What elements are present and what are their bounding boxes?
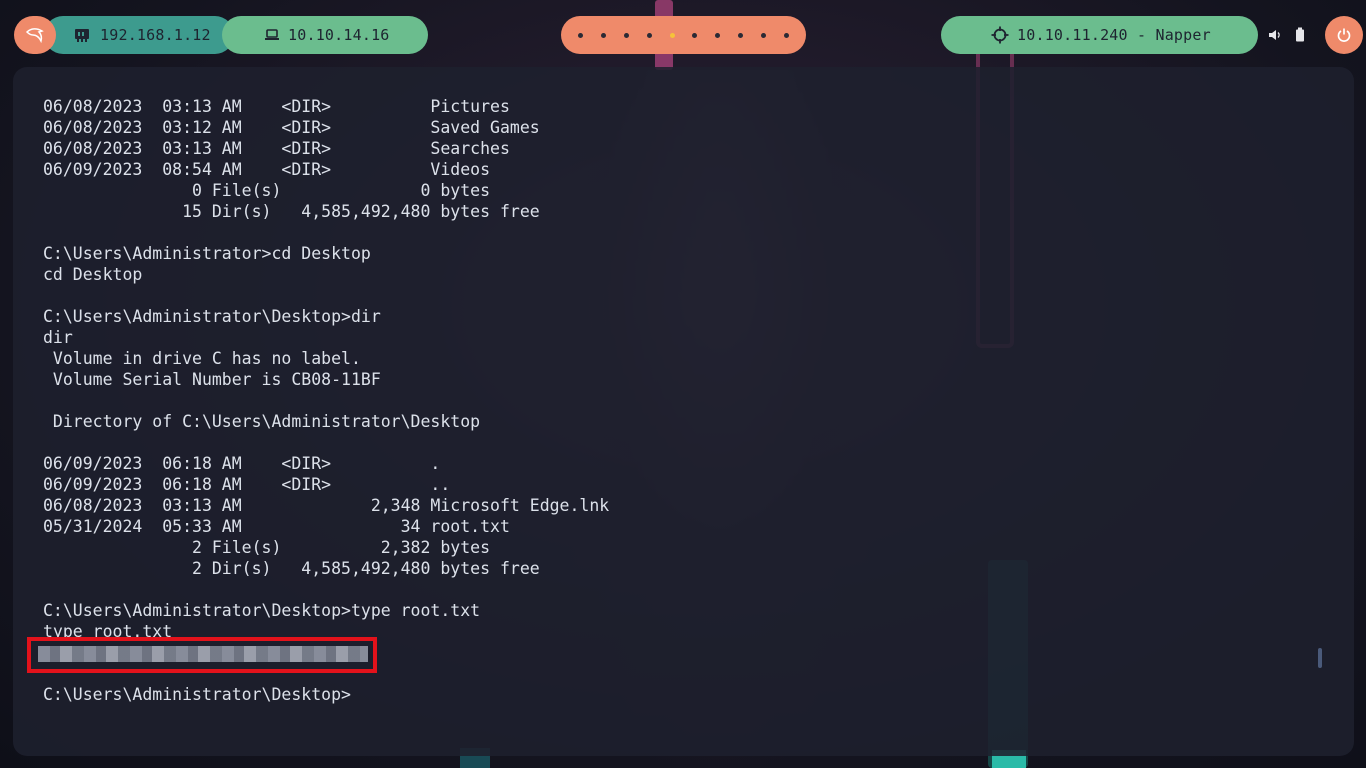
terminal-line: dir xyxy=(43,328,73,347)
scroll-indicator[interactable] xyxy=(1318,648,1322,668)
highlight-box xyxy=(27,637,377,673)
terminal-line: 06/09/2023 08:54 AM <DIR> Videos xyxy=(43,160,491,179)
terminal-line: C:\Users\Administrator\Desktop>dir xyxy=(43,307,381,326)
network-card-icon xyxy=(74,28,90,42)
terminal-line: 06/08/2023 03:13 AM 2,348 Microsoft Edge… xyxy=(43,496,610,515)
crosshair-icon xyxy=(991,26,1009,44)
local-ip-text: 192.168.1.12 xyxy=(100,26,211,44)
terminal-line: Directory of C:\Users\Administrator\Desk… xyxy=(43,412,481,431)
target-text: 10.10.11.240 - Napper xyxy=(1017,26,1211,44)
terminal-line: cd Desktop xyxy=(43,265,143,284)
power-button[interactable] xyxy=(1325,16,1363,54)
workspace-dot[interactable] xyxy=(692,32,698,38)
battery-icon[interactable] xyxy=(1294,16,1306,54)
terminal-line: 06/08/2023 03:13 AM <DIR> Searches xyxy=(43,139,510,158)
power-icon xyxy=(1336,27,1352,43)
workspace-dot[interactable] xyxy=(577,32,583,38)
terminal-line: 15 Dir(s) 4,585,492,480 bytes free xyxy=(43,202,540,221)
terminal-window[interactable]: 06/08/2023 03:13 AM <DIR> Pictures 06/08/… xyxy=(13,67,1354,756)
workspace-dot[interactable] xyxy=(738,32,744,38)
kali-dragon-icon xyxy=(25,26,45,44)
terminal-line: Volume Serial Number is CB08-11BF xyxy=(43,370,381,389)
workspace-dot[interactable] xyxy=(761,32,767,38)
terminal-line: 06/09/2023 06:18 AM <DIR> . xyxy=(43,454,441,473)
workspace-switcher[interactable] xyxy=(561,16,806,54)
terminal-line: 06/08/2023 03:12 AM <DIR> Saved Games xyxy=(43,118,540,137)
terminal-line: 06/08/2023 03:13 AM <DIR> Pictures xyxy=(43,97,510,116)
workspace-dot[interactable] xyxy=(783,32,789,38)
workspace-dot[interactable] xyxy=(600,32,606,38)
menu-logo-button[interactable] xyxy=(14,16,56,54)
terminal-line: C:\Users\Administrator\Desktop> xyxy=(43,685,351,704)
terminal-line: 05/31/2024 05:33 AM 34 root.txt xyxy=(43,517,510,536)
vpn-ip-text: 10.10.14.16 xyxy=(288,26,390,44)
terminal-line: 0 File(s) 0 bytes xyxy=(43,181,491,200)
workspace-dot[interactable] xyxy=(715,32,721,38)
laptop-icon xyxy=(264,28,280,42)
local-ip-widget[interactable]: 192.168.1.12 xyxy=(44,16,234,54)
terminal-line: C:\Users\Administrator>cd Desktop xyxy=(43,244,371,263)
target-widget[interactable]: 10.10.11.240 - Napper xyxy=(941,16,1258,54)
volume-icon[interactable] xyxy=(1268,16,1282,54)
terminal-line: Volume in drive C has no label. xyxy=(43,349,361,368)
terminal-line: 2 Dir(s) 4,585,492,480 bytes free xyxy=(43,559,540,578)
terminal-line: 2 File(s) 2,382 bytes xyxy=(43,538,491,557)
terminal-line: C:\Users\Administrator\Desktop>type root… xyxy=(43,601,481,620)
terminal-output: 06/08/2023 03:13 AM <DIR> Pictures 06/08/… xyxy=(43,96,1354,705)
workspace-dot[interactable] xyxy=(669,32,675,38)
workspace-dot[interactable] xyxy=(623,32,629,38)
workspace-dot[interactable] xyxy=(646,32,652,38)
terminal-line: 06/09/2023 06:18 AM <DIR> .. xyxy=(43,475,451,494)
vpn-ip-widget[interactable]: 10.10.14.16 xyxy=(222,16,428,54)
